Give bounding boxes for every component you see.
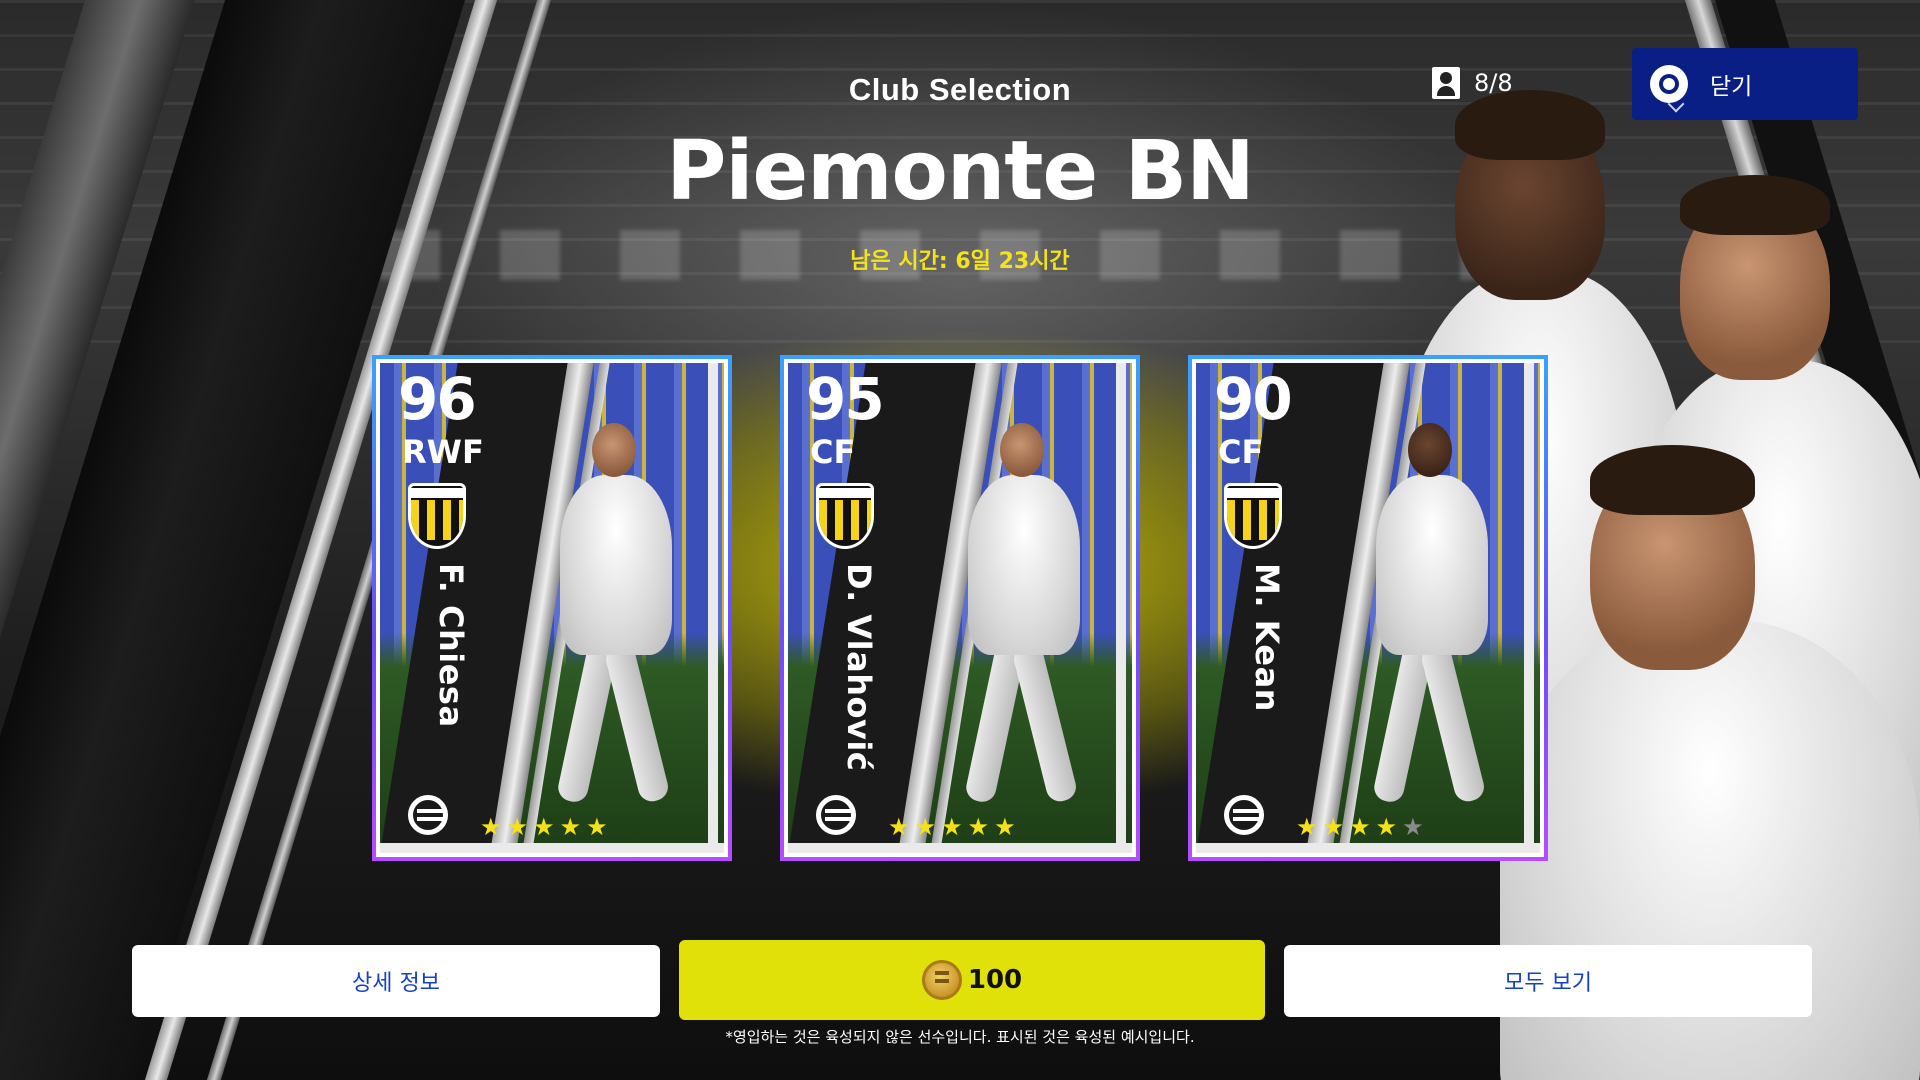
player-position: RWF — [402, 433, 484, 471]
view-all-button[interactable]: 모두 보기 — [1284, 945, 1812, 1017]
remaining-time: 남은 시간: 6일 23시간 — [850, 249, 1070, 274]
star-filled-icon: ★ — [480, 813, 502, 841]
efootball-logo-icon — [1224, 795, 1264, 835]
player-rating: 90 — [1214, 365, 1293, 433]
player-card[interactable]: 90 CF M. Kean ★ ★ ★ ★ ★ — [1188, 355, 1548, 861]
player-name: D. Vlahović — [840, 563, 878, 772]
player-figure — [550, 423, 680, 813]
star-filled-icon: ★ — [994, 813, 1016, 841]
player-name: F. Chiesa — [432, 563, 470, 728]
squad-counter: 8/8 — [1432, 67, 1513, 99]
efootball-logo-icon — [816, 795, 856, 835]
player-name: M. Kean — [1248, 563, 1286, 712]
star-filled-icon: ★ — [533, 813, 555, 841]
star-filled-icon: ★ — [888, 813, 910, 841]
close-label: 닫기 — [1710, 74, 1753, 100]
star-filled-icon: ★ — [1296, 813, 1318, 841]
squad-count: 8/8 — [1474, 69, 1513, 97]
player-position: CF — [1218, 433, 1264, 471]
disclaimer-note: *영입하는 것은 육성되지 않은 선수입니다. 표시된 것은 육성된 예시입니다… — [725, 1028, 1195, 1046]
player-rating: 95 — [806, 365, 885, 433]
purchase-button[interactable]: 100 — [679, 940, 1265, 1020]
player-card[interactable]: 96 RWF F. Chiesa ★ ★ ★ ★ ★ — [372, 355, 732, 861]
efootball-coin-icon — [921, 960, 962, 1000]
club-crest-icon — [1224, 483, 1282, 549]
star-filled-icon: ★ — [914, 813, 937, 841]
player-figure — [958, 423, 1088, 813]
star-empty-icon: ★ — [1402, 813, 1424, 841]
star-filled-icon: ★ — [967, 813, 990, 841]
efootball-logo-icon — [408, 795, 448, 835]
star-rating: ★ ★ ★ ★ ★ — [888, 813, 1016, 841]
view-all-label: 모두 보기 — [1504, 971, 1592, 996]
star-filled-icon: ★ — [586, 813, 608, 841]
star-filled-icon: ★ — [506, 813, 529, 841]
player-rating: 96 — [398, 365, 477, 433]
star-rating: ★ ★ ★ ★ ★ — [480, 813, 608, 841]
star-filled-icon: ★ — [559, 813, 582, 841]
details-button[interactable]: 상세 정보 — [132, 945, 660, 1017]
club-crest-icon — [408, 483, 466, 549]
star-rating: ★ ★ ★ ★ ★ — [1296, 813, 1424, 841]
close-button[interactable]: 닫기 — [1632, 48, 1858, 120]
circle-button-icon — [1650, 65, 1688, 103]
details-label: 상세 정보 — [352, 971, 440, 996]
person-icon — [1432, 67, 1460, 99]
star-filled-icon: ★ — [1349, 813, 1371, 841]
purchase-amount: 100 — [967, 965, 1023, 995]
club-crest-icon — [816, 483, 874, 549]
player-card[interactable]: 95 CF D. Vlahović ★ ★ ★ ★ ★ — [780, 355, 1140, 861]
star-filled-icon: ★ — [941, 813, 963, 841]
star-filled-icon: ★ — [1322, 813, 1345, 841]
player-position: CF — [810, 433, 856, 471]
page-title: Piemonte BN — [666, 124, 1254, 219]
star-filled-icon: ★ — [1375, 813, 1398, 841]
player-figure — [1366, 423, 1496, 813]
